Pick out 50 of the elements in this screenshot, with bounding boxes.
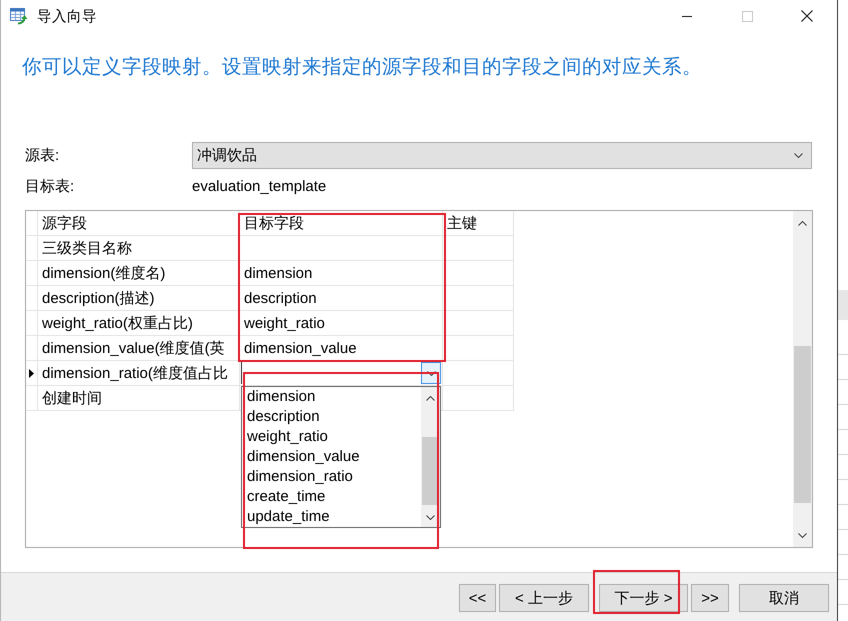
field-label: 源表: <box>25 146 60 165</box>
chevron-down-icon <box>426 370 436 376</box>
table-cell: weight_ratio <box>240 311 443 336</box>
dropdown-option[interactable]: dimension_value <box>242 447 421 467</box>
chevron-up-icon <box>798 220 807 226</box>
wizard-button[interactable]: >> <box>691 584 729 612</box>
table-cell <box>443 236 514 261</box>
wizard-button[interactable]: << <box>459 584 496 612</box>
source-table-select[interactable]: 冲调饮品 <box>192 142 812 169</box>
table-cell: weight_ratio(权重占比) <box>38 311 240 336</box>
dropdown-option[interactable]: weight_ratio <box>242 427 421 447</box>
column-header: 目标字段 <box>240 211 443 236</box>
dropdown-option[interactable]: description <box>242 407 421 427</box>
table-cell: 三级类目名称 <box>38 236 240 261</box>
chevron-down-icon <box>426 514 435 520</box>
header-corner <box>26 211 38 236</box>
dropdown-option[interactable]: update_time <box>242 507 421 527</box>
chevron-down-icon <box>798 532 807 538</box>
table-cell <box>443 261 514 286</box>
wizard-button[interactable]: 取消 <box>739 584 829 612</box>
table-cell <box>443 311 514 336</box>
target-table-value: evaluation_template <box>192 178 326 194</box>
vertical-scrollbar[interactable] <box>793 211 812 547</box>
table-cell <box>443 336 514 361</box>
maximize-icon <box>742 10 752 22</box>
table-cell: 创建时间 <box>38 386 240 411</box>
table-cell: description <box>240 286 443 311</box>
chevron-down-icon <box>794 153 803 158</box>
chevron-up-icon <box>426 396 435 400</box>
table-cell: dimension_value <box>240 336 443 361</box>
scrollbar-thumb[interactable] <box>794 346 811 503</box>
table-import-icon <box>10 8 28 24</box>
close-icon <box>801 10 813 22</box>
column-header: 源字段 <box>38 211 240 236</box>
table-cell: description(描述) <box>38 286 240 311</box>
table-cell: dimension_value(维度值(英 <box>38 336 240 361</box>
dropdown-option[interactable]: dimension_ratio <box>242 467 421 487</box>
row-header[interactable] <box>26 361 38 386</box>
wizard-button[interactable]: 下一步 > <box>599 584 688 612</box>
instruction-text: 你可以定义字段映射。设置映射来指定的源字段和目的字段之间的对应关系。 <box>22 56 702 78</box>
table-cell: dimension <box>240 261 443 286</box>
table-cell: dimension(维度名) <box>38 261 240 286</box>
dropdown-option[interactable]: dimension <box>242 387 421 407</box>
wizard-button[interactable]: < 上一步 <box>499 584 589 612</box>
column-header: 主键 <box>443 211 514 236</box>
table-cell: dimension_ratio(维度值占比 <box>38 361 240 386</box>
table-cell <box>443 286 514 311</box>
dropdown-option[interactable]: create_time <box>242 487 421 507</box>
field-label: 目标表: <box>25 176 74 196</box>
window-title: 导入向导 <box>37 8 97 26</box>
